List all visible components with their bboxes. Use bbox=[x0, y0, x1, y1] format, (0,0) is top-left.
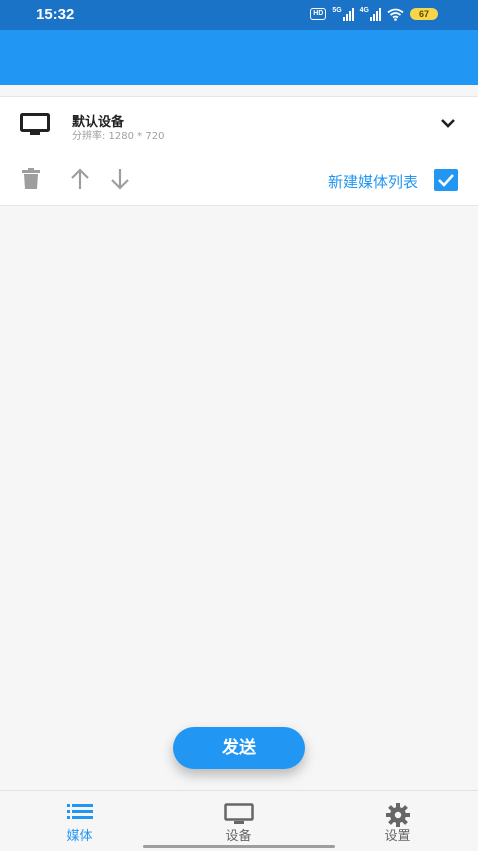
new-media-list-label[interactable]: 新建媒体列表 bbox=[328, 171, 418, 192]
nav-item-media[interactable]: 媒体 bbox=[0, 791, 159, 851]
hd-badge: HD bbox=[310, 8, 327, 20]
nav-label-device: 设备 bbox=[225, 829, 252, 844]
new-media-list-checkbox[interactable] bbox=[434, 169, 458, 191]
nav-label-settings: 设置 bbox=[384, 829, 411, 844]
home-indicator[interactable] bbox=[143, 845, 335, 848]
media-toolbar: 新建媒体列表 bbox=[0, 154, 478, 206]
monitor-icon bbox=[20, 113, 50, 135]
nav-label-media: 媒体 bbox=[66, 829, 93, 844]
wifi-icon bbox=[387, 8, 404, 21]
status-time: 15:32 bbox=[36, 6, 75, 23]
chevron-down-icon[interactable] bbox=[440, 117, 456, 129]
app-bar bbox=[0, 30, 478, 85]
arrow-down-icon[interactable] bbox=[109, 168, 131, 190]
delete-icon[interactable] bbox=[21, 168, 41, 190]
device-selector[interactable]: 默认设备 分辨率: 1280 * 720 bbox=[0, 96, 478, 155]
signal-4g-icon: 4G bbox=[360, 7, 381, 21]
nav-item-device[interactable]: 设备 bbox=[159, 791, 318, 851]
nav-item-settings[interactable]: 设置 bbox=[318, 791, 477, 851]
monitor-icon bbox=[223, 803, 254, 824]
status-bar: 15:32 HD 5G 4G 67 bbox=[0, 0, 478, 30]
list-icon bbox=[66, 804, 93, 819]
net-label-4g: 4G bbox=[359, 7, 369, 14]
send-button[interactable]: 发送 bbox=[173, 727, 305, 769]
gear-icon bbox=[385, 803, 410, 827]
signal-5g-icon: 5G bbox=[332, 7, 354, 21]
device-resolution: 分辨率: 1280 * 720 bbox=[72, 131, 165, 142]
battery-icon: 67 bbox=[410, 8, 438, 20]
arrow-up-icon[interactable] bbox=[69, 168, 91, 190]
bottom-nav: 媒体 设备 设置 bbox=[0, 790, 478, 851]
check-icon bbox=[438, 174, 454, 187]
status-icons: HD 5G 4G 67 bbox=[310, 7, 438, 21]
net-label-5g: 5G bbox=[332, 7, 342, 14]
